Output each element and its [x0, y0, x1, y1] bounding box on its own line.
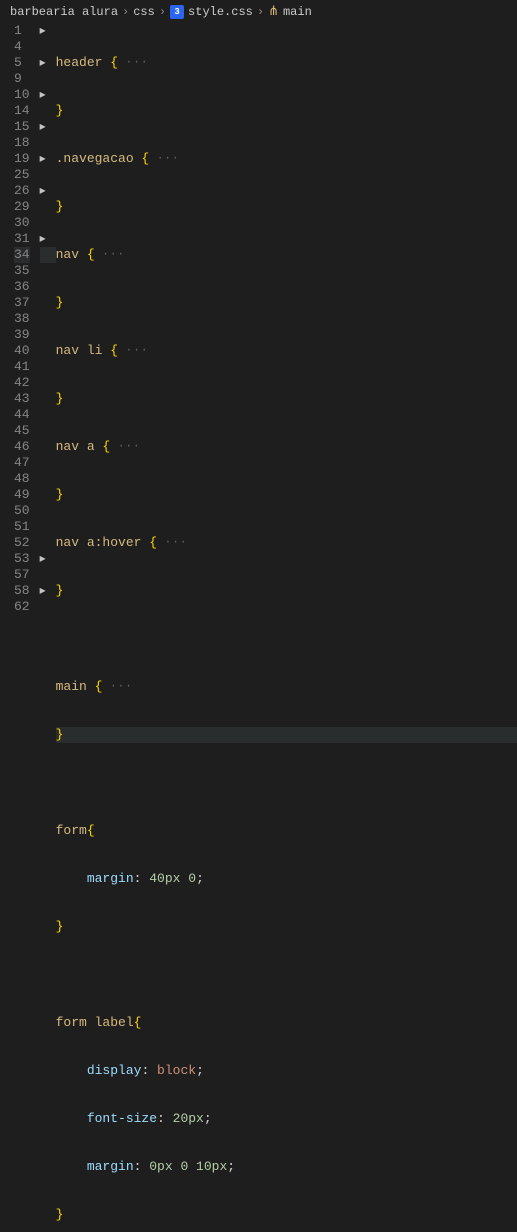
line-number: 31: [14, 231, 30, 247]
code-editor[interactable]: 1 4 5 9 10 14 15 18 19 25 26 29 30 31 34…: [0, 23, 517, 615]
line-number: 38: [14, 311, 30, 327]
line-number: 26: [14, 183, 30, 199]
line-number: 49: [14, 487, 30, 503]
line-number: 15: [14, 119, 30, 135]
line-number: 19: [14, 151, 30, 167]
breadcrumb-separator: ›: [122, 5, 129, 19]
code-line[interactable]: nav { ···: [56, 247, 517, 263]
breadcrumb-separator: ›: [159, 5, 166, 19]
code-line[interactable]: header { ···: [56, 55, 517, 71]
line-number: 47: [14, 455, 30, 471]
code-line[interactable]: }: [56, 487, 517, 503]
breadcrumb-item[interactable]: barbearia alura: [10, 5, 118, 19]
line-number: 18: [14, 135, 30, 151]
code-line[interactable]: margin: 40px 0;: [56, 871, 517, 887]
code-line[interactable]: form label{: [56, 1015, 517, 1031]
fold-arrow-icon[interactable]: ▸: [40, 23, 46, 39]
breadcrumb-separator: ›: [257, 5, 264, 19]
line-number: 14: [14, 103, 30, 119]
line-number-gutter: 1 4 5 9 10 14 15 18 19 25 26 29 30 31 34…: [0, 23, 40, 615]
code-line[interactable]: }: [56, 391, 517, 407]
code-line[interactable]: nav a:hover { ···: [56, 535, 517, 551]
line-number: 35: [14, 263, 30, 279]
fold-arrow-icon[interactable]: ▸: [40, 583, 46, 599]
breadcrumb-item[interactable]: style.css: [188, 5, 253, 19]
breadcrumb-item[interactable]: main: [283, 5, 312, 19]
line-number: 48: [14, 471, 30, 487]
fold-arrow-icon[interactable]: ▸: [40, 183, 46, 199]
line-number: 37: [14, 295, 30, 311]
line-number: 10: [14, 87, 30, 103]
code-line[interactable]: main { ···: [56, 679, 517, 695]
code-line[interactable]: margin: 0px 0 10px;: [56, 1159, 517, 1175]
line-number: 4: [14, 39, 30, 55]
code-line[interactable]: [56, 775, 517, 791]
line-number: 34: [14, 247, 30, 263]
code-line[interactable]: display: block;: [56, 1063, 517, 1079]
line-number: 41: [14, 359, 30, 375]
code-line[interactable]: form{: [56, 823, 517, 839]
line-number: 50: [14, 503, 30, 519]
code-line[interactable]: [56, 631, 517, 647]
code-line[interactable]: }: [56, 295, 517, 311]
line-number: 40: [14, 343, 30, 359]
code-line[interactable]: }: [56, 1207, 517, 1223]
code-line[interactable]: nav li { ···: [56, 343, 517, 359]
code-line[interactable]: }: [56, 919, 517, 935]
css-file-icon: 3: [170, 5, 184, 19]
line-number: 51: [14, 519, 30, 535]
code-line[interactable]: [56, 967, 517, 983]
breadcrumb[interactable]: barbearia alura › css › 3 style.css › ⋔ …: [0, 0, 517, 23]
line-number: 29: [14, 199, 30, 215]
fold-arrow-icon[interactable]: ▸: [40, 87, 46, 103]
code-line[interactable]: font-size: 20px;: [56, 1111, 517, 1127]
line-number: 39: [14, 327, 30, 343]
line-number: 44: [14, 407, 30, 423]
line-number: 52: [14, 535, 30, 551]
line-number: 1: [14, 23, 30, 39]
code-area[interactable]: header { ··· } .navegacao { ··· } nav { …: [56, 23, 517, 615]
fold-arrow-icon[interactable]: ▸: [40, 551, 46, 567]
line-number: 25: [14, 167, 30, 183]
line-number: 62: [14, 599, 30, 615]
code-line[interactable]: }: [56, 103, 517, 119]
code-line-active[interactable]: }: [56, 727, 517, 743]
line-number: 30: [14, 215, 30, 231]
fold-arrow-icon[interactable]: ▸: [40, 231, 46, 247]
fold-arrow-icon[interactable]: ▸: [40, 55, 46, 71]
breadcrumb-item[interactable]: css: [133, 5, 155, 19]
fold-arrow-icon[interactable]: ▸: [40, 151, 46, 167]
line-number: 36: [14, 279, 30, 295]
fold-arrow-icon[interactable]: ▸: [40, 119, 46, 135]
line-number: 46: [14, 439, 30, 455]
code-line[interactable]: nav a { ···: [56, 439, 517, 455]
line-number: 5: [14, 55, 30, 71]
code-line[interactable]: .navegacao { ···: [56, 151, 517, 167]
line-number: 53: [14, 551, 30, 567]
line-number: 42: [14, 375, 30, 391]
fold-gutter: ▸ ▸ ▸ ▸ ▸ ▸ ▸ ▸ ▸: [40, 23, 56, 615]
symbol-icon: ⋔: [268, 4, 279, 19]
code-line[interactable]: }: [56, 199, 517, 215]
code-line[interactable]: }: [56, 583, 517, 599]
line-number: 57: [14, 567, 30, 583]
line-number: 43: [14, 391, 30, 407]
line-number: 58: [14, 583, 30, 599]
line-number: 9: [14, 71, 30, 87]
line-number: 45: [14, 423, 30, 439]
